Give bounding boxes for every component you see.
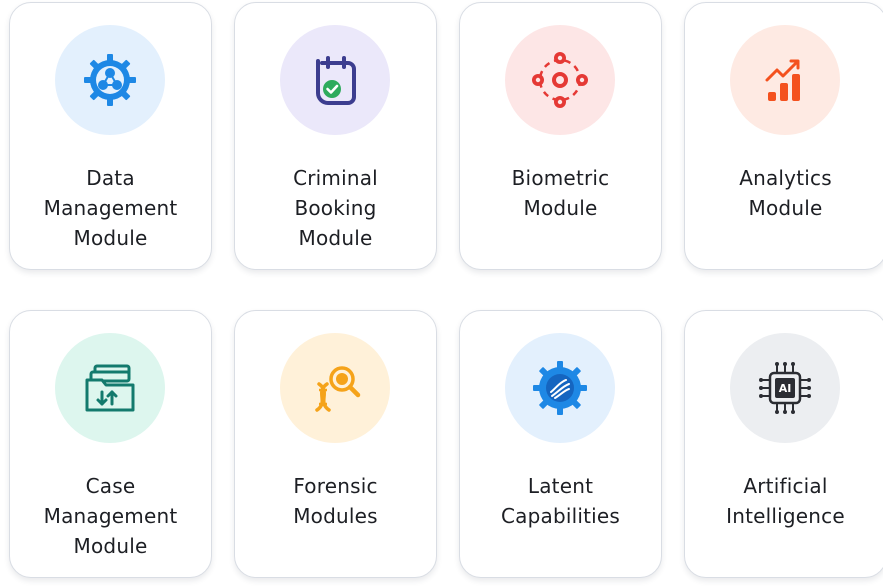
label-line: Module	[523, 196, 598, 220]
label-line: Criminal	[293, 166, 378, 190]
label-line: Capabilities	[500, 504, 621, 528]
label-line: Management	[43, 504, 178, 528]
label-line: Data	[86, 166, 135, 190]
label-line: Booking	[294, 196, 377, 220]
module-label: Case Management Module	[10, 471, 211, 561]
module-label: Data Management Module	[10, 163, 211, 253]
module-card-ai[interactable]: AI Artificial Intelligence	[684, 310, 883, 578]
module-label: Forensic Modules	[235, 471, 436, 531]
label-line: Analytics	[739, 166, 832, 190]
booking-calendar-icon	[316, 56, 356, 105]
module-card-latent[interactable]: Latent Capabilities	[459, 310, 662, 578]
module-label: Artificial Intelligence	[685, 471, 883, 531]
module-label: Latent Capabilities	[460, 471, 661, 531]
icon-circle	[280, 333, 390, 443]
module-card-case-management[interactable]: Case Management Module	[9, 310, 212, 578]
label-line: Intelligence	[726, 504, 845, 528]
icon-circle: AI	[730, 333, 840, 443]
label-line: Latent	[527, 474, 594, 498]
label-line: Modules	[293, 504, 378, 528]
svg-text:AI: AI	[779, 382, 792, 395]
icon-circle	[280, 25, 390, 135]
module-label: Analytics Module	[685, 163, 883, 223]
modules-grid: Data Management Module Criminal Booking …	[0, 0, 883, 586]
dna-magnifier-icon	[315, 366, 361, 412]
label-line: Module	[73, 226, 148, 250]
label-line: Biometric	[511, 166, 610, 190]
icon-circle	[505, 25, 615, 135]
icon-circle	[55, 333, 165, 443]
module-label: Criminal Booking Module	[235, 163, 436, 253]
ai-chip-icon: AI	[759, 362, 811, 414]
label-line: Forensic	[293, 474, 378, 498]
label-line: Module	[298, 226, 373, 250]
module-card-data-management[interactable]: Data Management Module	[9, 2, 212, 270]
case-folder-icon	[85, 364, 135, 412]
icon-circle	[55, 25, 165, 135]
icon-circle	[730, 25, 840, 135]
icon-circle	[505, 333, 615, 443]
label-line: Artificial	[743, 474, 828, 498]
label-line: Management	[43, 196, 178, 220]
module-card-forensic[interactable]: Forensic Modules	[234, 310, 437, 578]
module-card-biometric[interactable]: Biometric Module	[459, 2, 662, 270]
label-line: Case	[85, 474, 136, 498]
label-line: Module	[748, 196, 823, 220]
analytics-chart-icon	[765, 59, 800, 101]
module-card-criminal-booking[interactable]: Criminal Booking Module	[234, 2, 437, 270]
module-label: Biometric Module	[460, 163, 661, 223]
network-gear-icon	[84, 54, 136, 106]
module-card-analytics[interactable]: Analytics Module	[684, 2, 883, 270]
label-line: Module	[73, 534, 148, 558]
fingerprint-gear-icon	[533, 361, 587, 415]
biometric-icon	[532, 52, 588, 108]
